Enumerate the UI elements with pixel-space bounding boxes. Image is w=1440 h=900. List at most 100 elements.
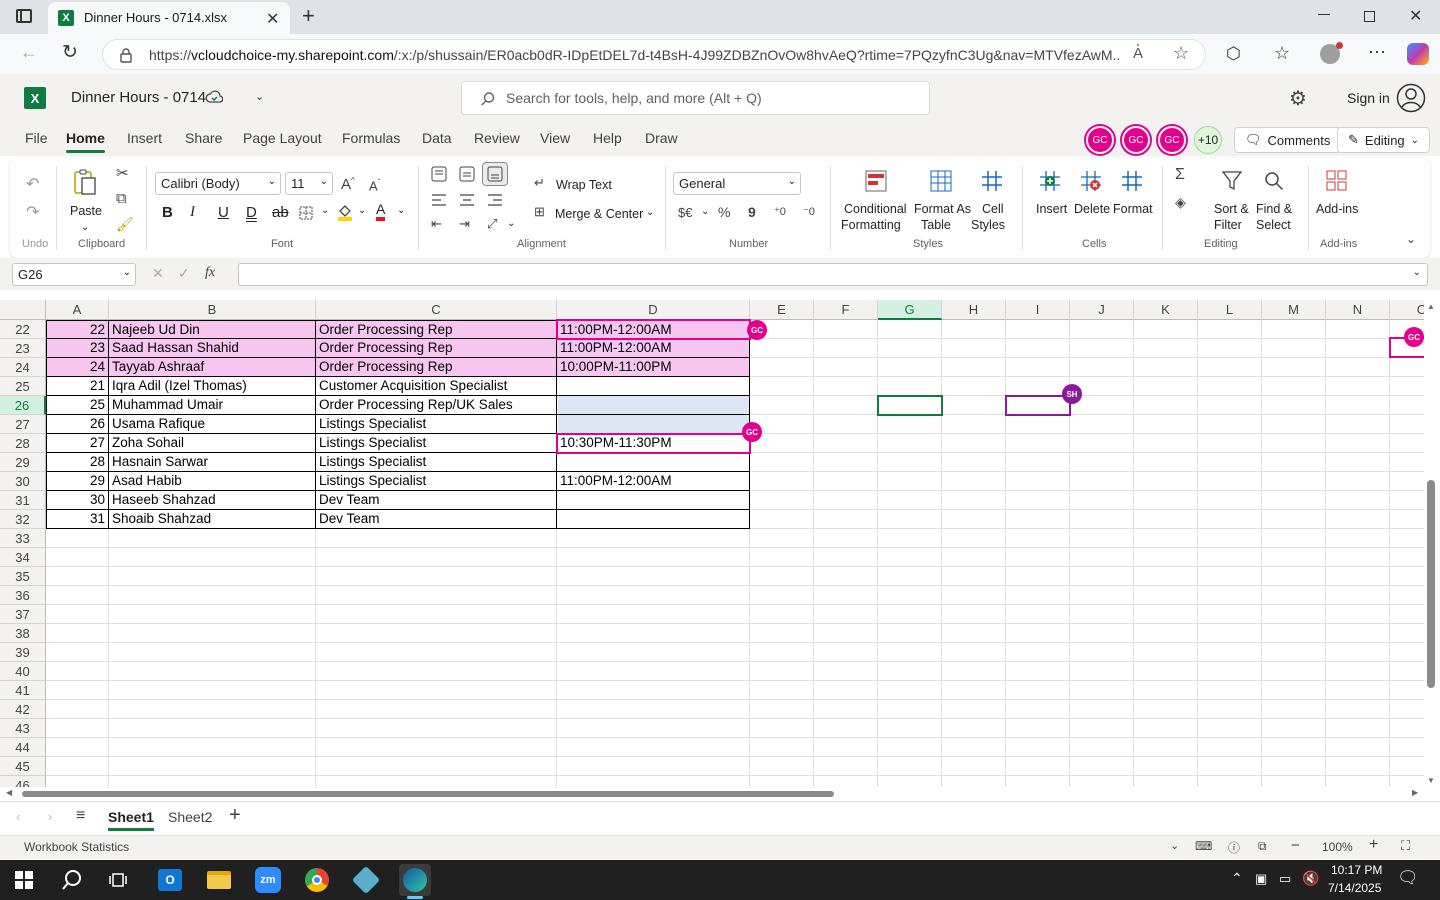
paste-button[interactable]: Paste — [70, 203, 102, 219]
table-cell[interactable]: Listings Specialist — [316, 453, 557, 472]
column-header[interactable]: D — [557, 300, 750, 320]
row-header[interactable]: 35 — [0, 567, 46, 586]
tray-app-icon[interactable]: ▣ — [1255, 871, 1267, 887]
cell-styles-label-2[interactable]: Styles — [971, 217, 1005, 233]
prev-sheet-icon[interactable]: ‹ — [16, 809, 20, 824]
font-color-icon[interactable]: A — [376, 202, 386, 221]
row-header[interactable]: 38 — [0, 624, 46, 643]
row-header[interactable]: 33 — [0, 529, 46, 548]
chevron-down-icon[interactable]: ⌄ — [358, 205, 366, 216]
start-windows-icon[interactable] — [8, 864, 40, 896]
table-cell[interactable] — [557, 453, 750, 472]
align-top-icon[interactable] — [431, 166, 447, 182]
menu-draw[interactable]: Draw — [645, 130, 678, 146]
strikethrough-icon[interactable]: ab — [272, 204, 289, 221]
help-icon[interactable]: ⓘ — [1228, 839, 1240, 856]
delete-cells-icon[interactable] — [1080, 170, 1102, 192]
document-title[interactable]: Dinner Hours - 0714 — [71, 89, 206, 106]
edge-icon[interactable] — [399, 864, 431, 896]
row-header[interactable]: 29 — [0, 453, 46, 472]
column-header[interactable]: F — [814, 300, 878, 320]
number-format-select[interactable]: General ⌄ — [673, 172, 801, 195]
row-header[interactable]: 22 — [0, 320, 46, 339]
table-cell[interactable]: Dev Team — [316, 491, 557, 510]
doc-options-chevron-icon[interactable]: ⌄ — [255, 90, 264, 103]
comments-button[interactable]: 🗨 Comments — [1234, 127, 1342, 153]
cell-styles-icon[interactable] — [981, 170, 1003, 192]
cell-styles-label-1[interactable]: Cell — [982, 201, 1004, 217]
profile-avatar[interactable] — [1320, 42, 1343, 64]
column-header[interactable]: I — [1006, 300, 1070, 320]
presence-avatar[interactable]: GC — [1158, 126, 1186, 154]
row-header[interactable]: 37 — [0, 605, 46, 624]
next-sheet-icon[interactable]: › — [48, 809, 52, 824]
row-header[interactable]: 39 — [0, 643, 46, 662]
decrease-indent-icon[interactable]: ⇤ — [431, 216, 442, 232]
table-cell[interactable]: 22 — [46, 320, 109, 339]
underline-icon[interactable]: U — [218, 204, 229, 221]
cancel-entry-icon[interactable]: ✕ — [152, 265, 164, 282]
presence-badge-gc[interactable]: GC — [1404, 327, 1424, 347]
align-bottom-button[interactable] — [482, 162, 508, 186]
column-header[interactable]: L — [1198, 300, 1262, 320]
decrease-font-icon[interactable]: Aˇ — [369, 178, 380, 193]
table-cell[interactable]: 28 — [46, 453, 109, 472]
table-cell[interactable]: Hasnain Sarwar — [109, 453, 316, 472]
new-tab-icon[interactable]: + — [302, 3, 315, 29]
row-header[interactable]: 31 — [0, 491, 46, 510]
table-cell[interactable]: Listings Specialist — [316, 472, 557, 491]
find-select-label-2[interactable]: Select — [1256, 217, 1291, 233]
table-cell[interactable]: Usama Rafique — [109, 415, 316, 434]
row-header[interactable]: 27 — [0, 415, 46, 434]
row-header[interactable]: 24 — [0, 358, 46, 377]
table-cell[interactable] — [557, 377, 750, 396]
menu-file[interactable]: File — [25, 130, 48, 146]
insert-cells-button[interactable]: Insert — [1036, 201, 1067, 217]
merge-center-button[interactable]: Merge & Center — [555, 206, 643, 222]
increase-decimal-icon[interactable]: ⁺0 — [774, 205, 786, 218]
all-sheets-icon[interactable]: ≡ — [76, 807, 85, 825]
find-select-label-1[interactable]: Find & — [1256, 201, 1292, 217]
row-header[interactable]: 41 — [0, 681, 46, 700]
table-cell[interactable]: 21 — [46, 377, 109, 396]
row-header[interactable]: 25 — [0, 377, 46, 396]
column-header[interactable]: C — [1390, 300, 1424, 320]
scroll-down-icon[interactable]: ▼ — [1427, 776, 1435, 785]
app-icon[interactable] — [350, 864, 382, 896]
read-aloud-icon[interactable]: A͐ — [1133, 45, 1143, 62]
addins-icon[interactable] — [1326, 170, 1348, 192]
clock-time[interactable]: 10:17 PM — [1331, 863, 1382, 877]
table-cell[interactable]: Zoha Sohail — [109, 434, 316, 453]
scroll-left-icon[interactable]: ◀ — [6, 788, 12, 797]
column-header[interactable]: N — [1326, 300, 1390, 320]
chrome-icon[interactable] — [301, 864, 333, 896]
table-cell[interactable]: 31 — [46, 510, 109, 529]
row-header[interactable]: 34 — [0, 548, 46, 567]
menu-review[interactable]: Review — [474, 130, 520, 146]
align-center-icon[interactable] — [459, 194, 475, 206]
volume-muted-icon[interactable]: 🔇 — [1302, 870, 1319, 887]
presence-badge-gc[interactable]: GC — [742, 422, 762, 442]
site-info-icon[interactable] — [119, 47, 133, 63]
restore-icon[interactable] — [1364, 11, 1375, 22]
menu-formulas[interactable]: Formulas — [342, 130, 400, 146]
editing-mode-button[interactable]: ✎ Editing ⌄ — [1337, 127, 1431, 153]
add-sheet-icon[interactable]: + — [229, 804, 241, 827]
table-cell[interactable]: Order Processing Rep — [316, 358, 557, 377]
table-cell[interactable]: Saad Hassan Shahid — [109, 339, 316, 358]
clear-icon[interactable]: ◈ — [1175, 194, 1186, 211]
conditional-formatting-label-1[interactable]: Conditional — [844, 201, 907, 217]
minimize-icon[interactable] — [1318, 14, 1330, 15]
notifications-icon[interactable]: 🗨 — [1397, 868, 1419, 888]
redo-icon[interactable]: ↷ — [26, 202, 39, 222]
table-cell[interactable]: Iqra Adil (Izel Thomas) — [109, 377, 316, 396]
sheet-tab-sheet1[interactable]: Sheet1 — [108, 809, 154, 831]
presence-badge-sh[interactable]: SH — [1062, 384, 1082, 404]
status-chevron-icon[interactable]: ⌄ — [1170, 839, 1179, 852]
format-painter-icon[interactable]: 🖌 — [116, 216, 134, 233]
table-cell[interactable]: 26 — [46, 415, 109, 434]
zoom-app-icon[interactable]: zm — [252, 864, 284, 896]
table-cell[interactable]: Dev Team — [316, 510, 557, 529]
extensions-icon[interactable]: ⬡ — [1226, 44, 1241, 64]
insert-function-icon[interactable]: fx — [205, 265, 215, 281]
